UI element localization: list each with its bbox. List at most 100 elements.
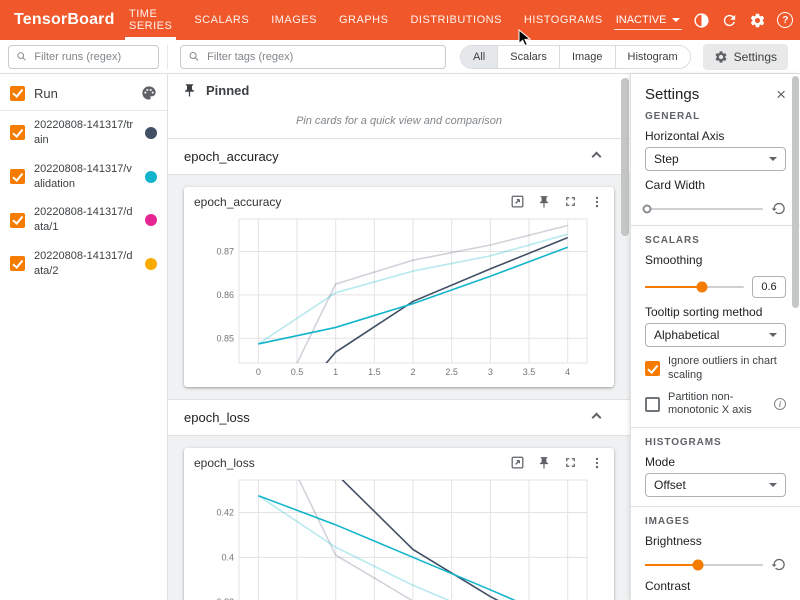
tooltip-sorting-label: Tooltip sorting method bbox=[645, 305, 786, 319]
section-header-epoch-loss[interactable]: epoch_loss bbox=[168, 400, 630, 436]
scalar-card-epoch-loss: epoch_loss bbox=[184, 448, 614, 600]
svg-text:4: 4 bbox=[565, 367, 570, 377]
card-title: epoch_loss bbox=[194, 456, 510, 470]
pinned-header: Pinned bbox=[168, 74, 630, 107]
close-icon[interactable]: × bbox=[776, 86, 786, 103]
chevron-down-icon bbox=[769, 157, 777, 161]
gear-icon bbox=[714, 50, 728, 64]
palette-icon[interactable] bbox=[141, 85, 157, 101]
gear-icon[interactable] bbox=[749, 12, 766, 29]
divider bbox=[631, 225, 800, 226]
collapse-icon[interactable] bbox=[592, 413, 602, 423]
svg-text:1.5: 1.5 bbox=[368, 367, 381, 377]
select-all-runs-checkbox[interactable] bbox=[10, 86, 25, 101]
run-checkbox[interactable] bbox=[10, 125, 25, 140]
section-header-epoch-accuracy[interactable]: epoch_accuracy bbox=[168, 139, 630, 175]
more-options-icon[interactable] bbox=[590, 456, 604, 470]
tab-images[interactable]: IMAGES bbox=[260, 0, 328, 40]
brightness-row bbox=[645, 557, 786, 572]
run-checkbox[interactable] bbox=[10, 256, 25, 271]
refresh-icon[interactable] bbox=[721, 12, 738, 29]
chevron-down-icon bbox=[672, 18, 680, 22]
main-scrollbar-thumb[interactable] bbox=[621, 78, 629, 236]
svg-text:0.5: 0.5 bbox=[291, 367, 304, 377]
svg-text:2.5: 2.5 bbox=[445, 367, 458, 377]
run-checkbox[interactable] bbox=[10, 169, 25, 184]
filter-runs-box[interactable] bbox=[8, 45, 159, 69]
svg-text:0.4: 0.4 bbox=[221, 552, 234, 562]
section-title: epoch_loss bbox=[184, 410, 250, 425]
histogram-mode-label: Mode bbox=[645, 455, 786, 469]
epoch-accuracy-chart[interactable]: 00.511.522.533.540.850.860.87 bbox=[199, 213, 599, 381]
horizontal-axis-select[interactable]: Step bbox=[645, 147, 786, 171]
tooltip-sorting-select[interactable]: Alphabetical bbox=[645, 323, 786, 347]
brightness-slider[interactable] bbox=[645, 564, 763, 566]
settings-button[interactable]: Settings bbox=[703, 44, 788, 70]
collapse-icon[interactable] bbox=[592, 152, 602, 162]
filter-tags-input[interactable] bbox=[205, 50, 438, 64]
histograms-section-label: HISTOGRAMS bbox=[645, 437, 786, 448]
filter-runs-input[interactable] bbox=[32, 50, 151, 64]
run-row-train[interactable]: 20220808-141317/train bbox=[0, 111, 167, 155]
reload-status-select[interactable]: INACTIVE bbox=[614, 11, 683, 30]
tab-time-series[interactable]: TIME SERIES bbox=[118, 0, 183, 40]
run-name: 20220808-141317/validation bbox=[34, 162, 136, 192]
app-logo[interactable]: TensorBoard bbox=[0, 11, 118, 29]
fit-domain-icon[interactable] bbox=[510, 455, 525, 470]
settings-button-label: Settings bbox=[734, 50, 777, 64]
runs-sidebar: Run 20220808-141317/train 20220808-14131… bbox=[0, 74, 168, 600]
theme-toggle-icon[interactable] bbox=[693, 12, 710, 29]
scalar-card-epoch-accuracy: epoch_accuracy bbox=[184, 187, 614, 387]
fullscreen-icon[interactable] bbox=[563, 455, 578, 470]
fit-domain-icon[interactable] bbox=[510, 194, 525, 209]
app-header: TensorBoard TIME SERIES SCALARS IMAGES G… bbox=[0, 0, 800, 40]
card-title: epoch_accuracy bbox=[194, 195, 510, 209]
epoch-loss-chart[interactable]: 00.511.522.533.540.360.380.40.42 bbox=[199, 474, 599, 600]
histogram-mode-select[interactable]: Offset bbox=[645, 473, 786, 497]
svg-text:0: 0 bbox=[256, 367, 261, 377]
horizontal-axis-value: Step bbox=[654, 152, 679, 166]
card-header: epoch_accuracy bbox=[194, 194, 604, 209]
smoothing-slider[interactable] bbox=[645, 286, 744, 288]
partition-x-axis-checkbox[interactable] bbox=[645, 397, 660, 412]
chip-scalars[interactable]: Scalars bbox=[497, 46, 559, 68]
card-width-slider[interactable] bbox=[645, 208, 763, 210]
run-row-validation[interactable]: 20220808-141317/validation bbox=[0, 155, 167, 199]
reset-icon[interactable] bbox=[771, 201, 786, 216]
run-row-data-2[interactable]: 20220808-141317/data/2 bbox=[0, 242, 167, 286]
settings-panel: Settings × GENERAL Horizontal Axis Step … bbox=[630, 74, 800, 600]
fullscreen-icon[interactable] bbox=[563, 194, 578, 209]
histogram-mode-value: Offset bbox=[654, 478, 686, 492]
tab-distributions[interactable]: DISTRIBUTIONS bbox=[399, 0, 512, 40]
info-icon[interactable]: i bbox=[774, 398, 786, 410]
scalars-section-label: SCALARS bbox=[645, 235, 786, 246]
card-zone: epoch_accuracy bbox=[168, 175, 630, 400]
partition-x-axis-label: Partition non-monotonic X axis bbox=[668, 391, 766, 419]
chip-image[interactable]: Image bbox=[559, 46, 615, 68]
search-icon bbox=[188, 50, 200, 63]
svg-text:0.87: 0.87 bbox=[216, 247, 234, 257]
chip-histogram[interactable]: Histogram bbox=[615, 46, 690, 68]
card-toolbar bbox=[510, 194, 604, 209]
settings-scrollbar-thumb[interactable] bbox=[792, 76, 799, 308]
more-options-icon[interactable] bbox=[590, 195, 604, 209]
smoothing-row bbox=[645, 276, 786, 298]
help-icon[interactable]: ? bbox=[777, 12, 793, 28]
header-actions: INACTIVE ? bbox=[614, 11, 800, 30]
run-checkbox[interactable] bbox=[10, 213, 25, 228]
tab-histograms[interactable]: HISTOGRAMS bbox=[513, 0, 614, 40]
smoothing-value-input[interactable] bbox=[752, 276, 786, 298]
filter-tags-box[interactable] bbox=[180, 45, 446, 69]
run-row-data-1[interactable]: 20220808-141317/data/1 bbox=[0, 198, 167, 242]
tooltip-sorting-value: Alphabetical bbox=[654, 328, 719, 342]
reset-icon[interactable] bbox=[771, 557, 786, 572]
pin-icon[interactable] bbox=[537, 456, 551, 470]
chip-all[interactable]: All bbox=[461, 46, 497, 68]
tab-graphs[interactable]: GRAPHS bbox=[328, 0, 399, 40]
partition-x-axis-row: Partition non-monotonic X axis i bbox=[645, 391, 786, 419]
pin-icon[interactable] bbox=[537, 195, 551, 209]
card-header: epoch_loss bbox=[194, 455, 604, 470]
tab-scalars[interactable]: SCALARS bbox=[183, 0, 260, 40]
ignore-outliers-checkbox[interactable] bbox=[645, 361, 660, 376]
svg-text:3.5: 3.5 bbox=[523, 367, 536, 377]
